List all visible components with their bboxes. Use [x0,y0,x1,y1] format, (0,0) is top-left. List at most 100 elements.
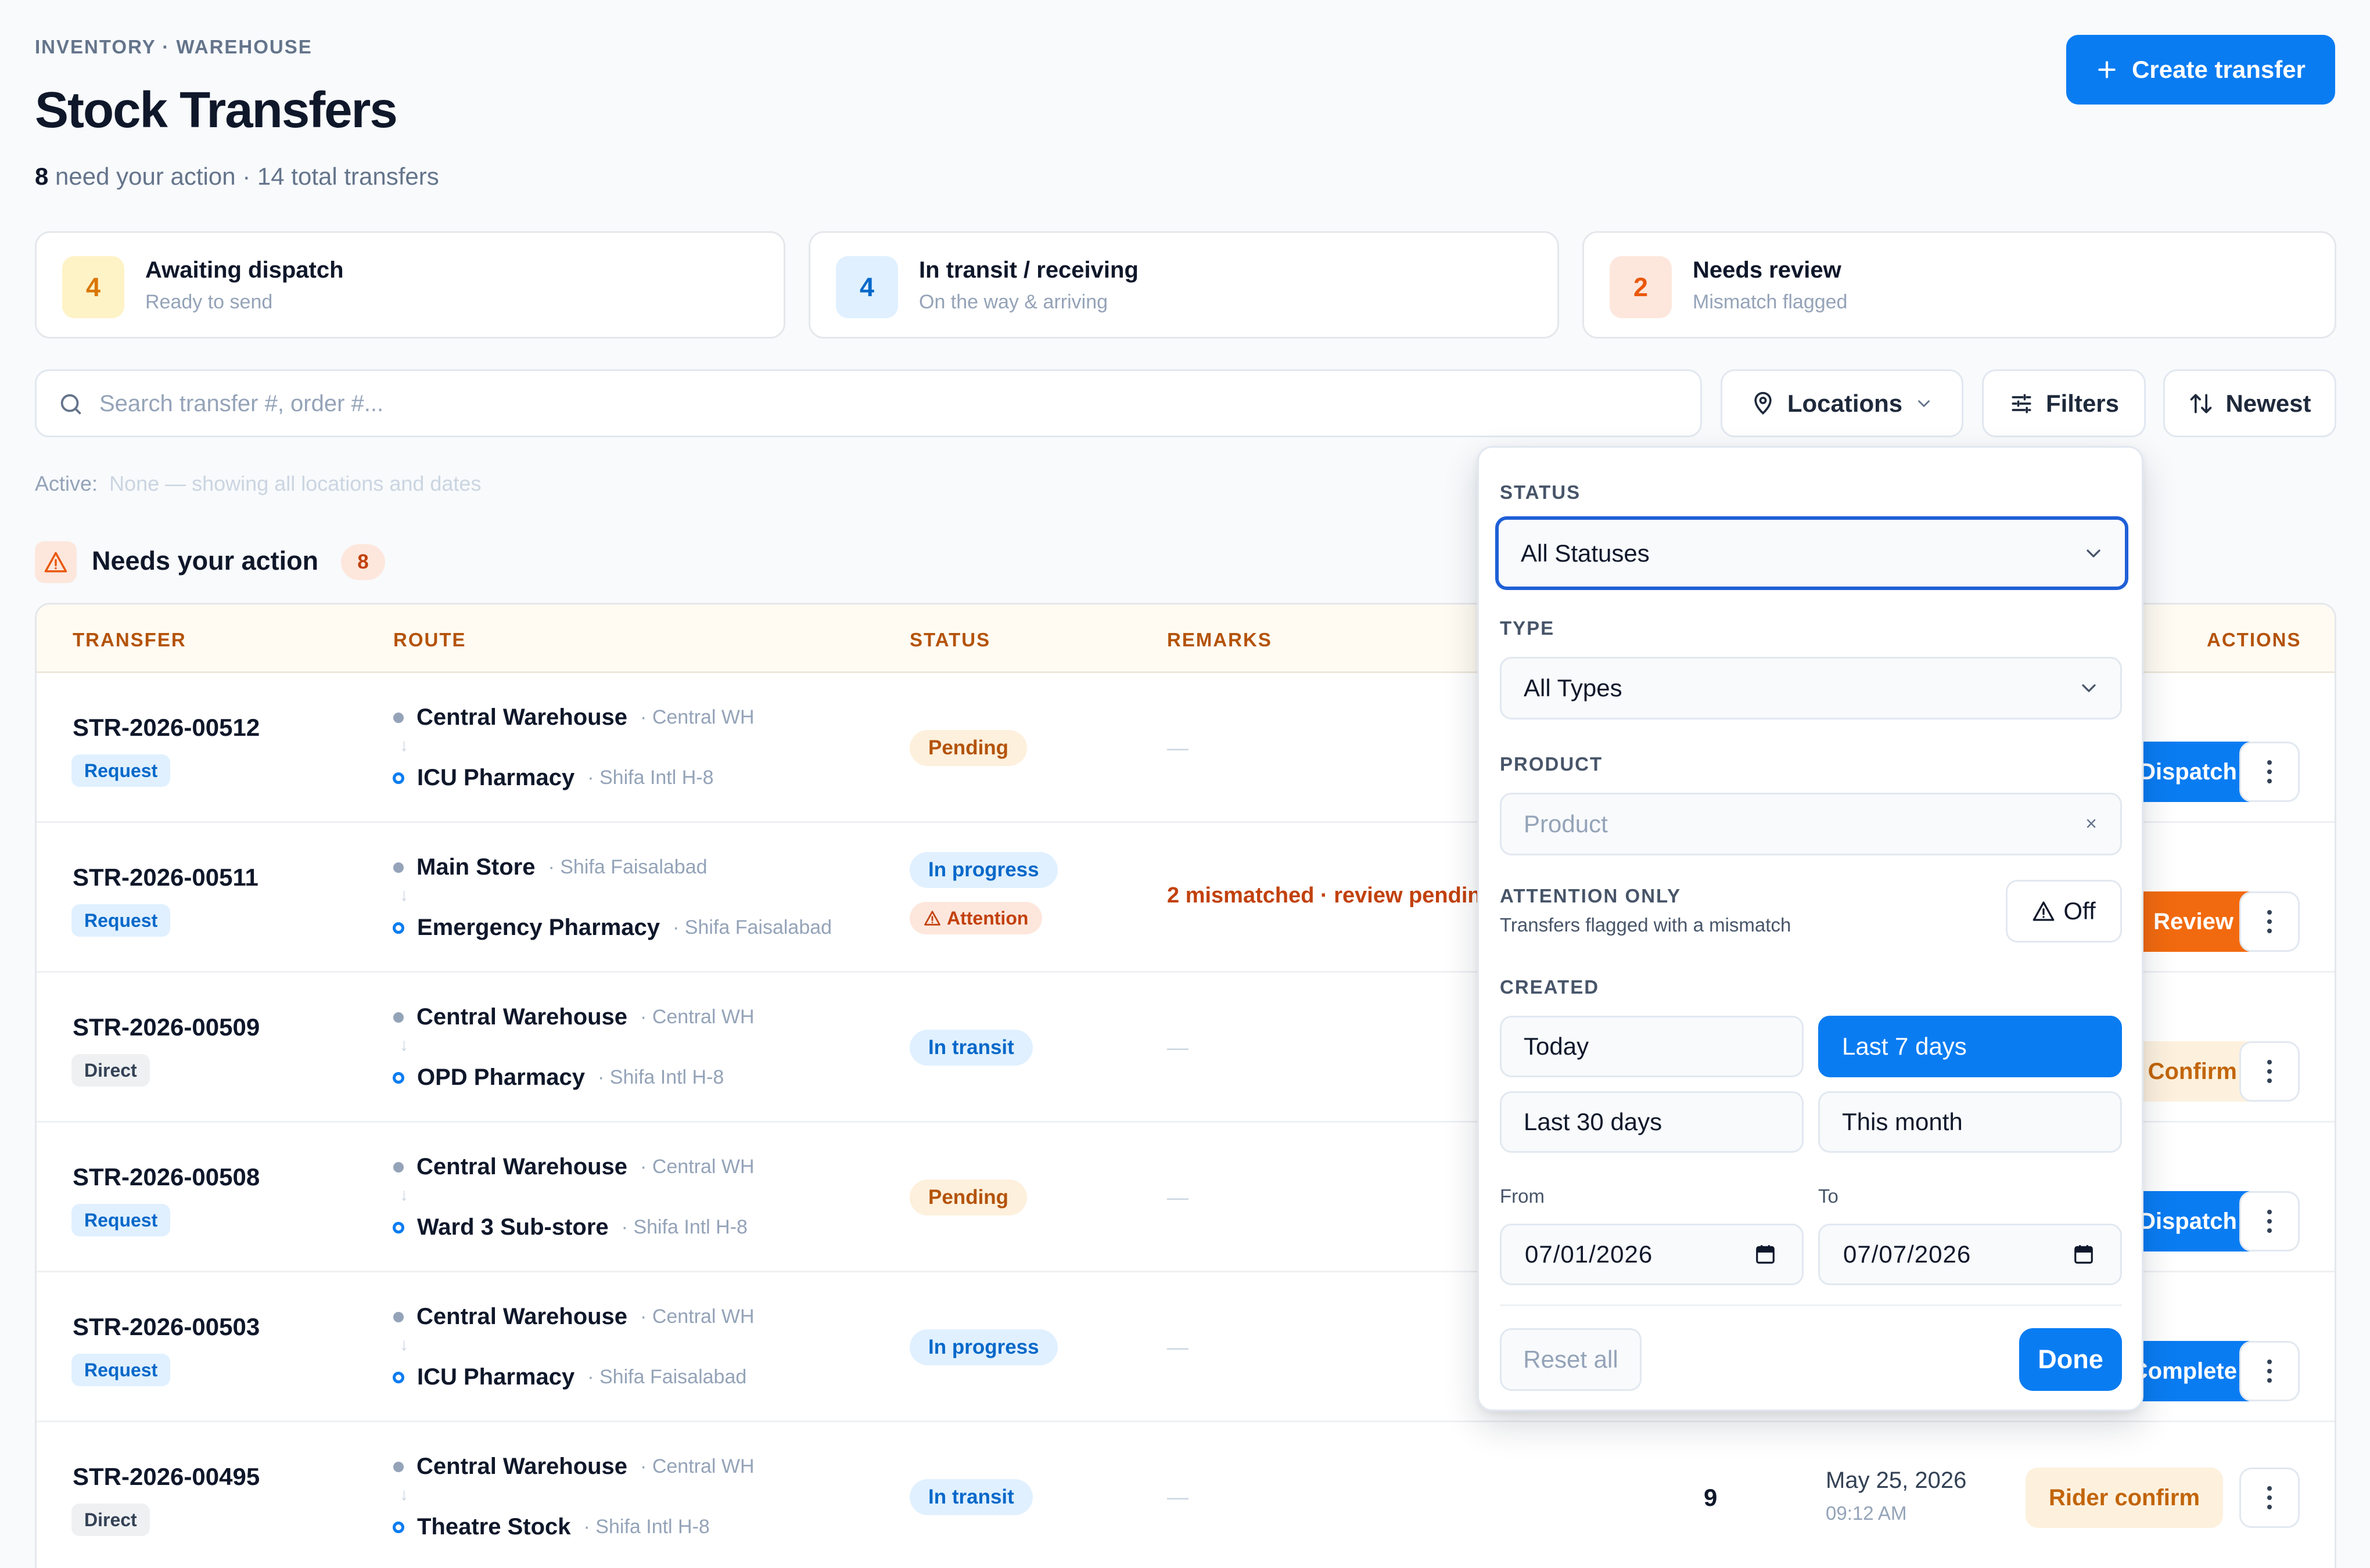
column-status: STATUS [910,629,991,650]
transfer-id[interactable]: STR-2026-00495 [73,1463,260,1491]
origin-name: Main Store [416,854,536,880]
transfer-id[interactable]: STR-2026-00511 [73,864,258,891]
card-title: In transit / receiving [919,257,1139,283]
arrow-down-icon: ↓ [400,1035,408,1055]
more-options-icon[interactable] [2239,891,2300,952]
destination-site: · Shifa Intl H-8 [621,1216,748,1238]
breadcrumb: INVENTORY · WAREHOUSE [35,36,313,57]
arrow-down-icon: ↓ [400,886,408,905]
done-button[interactable]: Done [2019,1328,2122,1391]
from-date-input[interactable]: 07/01/2026 [1500,1224,1804,1285]
status-filter-label: STATUS [1500,481,1581,503]
origin-site: · Shifa Faisalabad [548,856,708,878]
transfer-id[interactable]: STR-2026-00512 [73,714,260,742]
destination-ring-icon [393,1521,404,1533]
rider-confirm-button[interactable]: Rider confirm [2026,1468,2223,1528]
product-input[interactable]: Product × [1500,793,2122,855]
origin-dot-icon [393,862,404,873]
column-transfer: TRANSFER [73,629,186,650]
more-options-icon[interactable] [2239,1191,2300,1251]
sort-button[interactable]: Newest [2163,369,2336,437]
active-filters-label: Active: [35,472,98,495]
warning-icon [35,541,77,583]
section-title: Needs your action [92,546,319,576]
to-date-input[interactable]: 07/07/2026 [1818,1224,2122,1285]
transfer-id[interactable]: STR-2026-00503 [73,1313,260,1341]
origin-name: Central Warehouse [416,1154,628,1179]
route-to: Theatre Stock · Shifa Intl H-8 [391,1514,710,1540]
origin-name: Central Warehouse [416,1304,628,1329]
attention-toggle[interactable]: Off [2006,880,2122,943]
status-select[interactable]: All Statuses [1495,516,2128,590]
range-this-month[interactable]: This month [1818,1091,2122,1153]
destination-site: · Shifa Intl H-8 [583,1516,710,1538]
map-pin-icon [1750,391,1776,416]
card-title: Awaiting dispatch [145,257,344,283]
origin-dot-icon [393,1012,404,1023]
range-last-30-days[interactable]: Last 30 days [1500,1091,1804,1153]
summary-card-awaiting-dispatch[interactable]: 4 Awaiting dispatch Ready to send [35,231,785,339]
status-badge: In progress [910,852,1058,888]
page-title: Stock Transfers [35,82,398,138]
filters-panel: STATUS All Statuses TYPE All Types PRODU… [1477,446,2143,1411]
locations-label: Locations [1787,389,1903,417]
calendar-icon[interactable] [2073,1243,2095,1265]
active-filters-value: None — showing all locations and dates [109,472,482,495]
warning-icon [924,909,941,927]
route-to: OPD Pharmacy · Shifa Intl H-8 [391,1064,724,1091]
clear-icon[interactable]: × [2085,813,2097,836]
table-row[interactable]: STR-2026-00495 Direct Central Warehouse ·… [37,1422,2335,1568]
status-badge: Pending [910,730,1028,766]
search-input[interactable]: Search transfer #, order #... [35,369,1702,437]
range-last-7-days[interactable]: Last 7 days [1818,1016,2122,1077]
destination-ring-icon [393,1371,404,1383]
destination-name: Emergency Pharmacy [417,915,660,940]
remark: — [1167,1035,1188,1059]
locations-dropdown[interactable]: Locations [1721,369,1963,437]
status-select-value: All Statuses [1521,539,1650,567]
remark: — [1167,1335,1188,1359]
destination-name: OPD Pharmacy [417,1064,586,1090]
reset-all-button[interactable]: Reset all [1500,1328,1642,1391]
attention-toggle-value: Off [2063,897,2096,925]
more-options-icon[interactable] [2239,1341,2300,1401]
route-to: ICU Pharmacy · Shifa Intl H-8 [391,765,714,791]
column-actions: ACTIONS [2207,629,2301,650]
create-transfer-label: Create transfer [2132,56,2306,83]
destination-ring-icon [393,772,404,784]
status-badge: In transit [910,1479,1033,1515]
created-time: 09:12 AM [1826,1502,1907,1524]
summary-card-in-transit[interactable]: 4 In transit / receiving On the way & ar… [809,231,1559,339]
chevron-down-icon [2082,542,2105,565]
chevron-down-icon [2077,677,2100,700]
type-select[interactable]: All Types [1500,657,2122,720]
destination-name: ICU Pharmacy [417,1364,575,1390]
chevron-down-icon [1914,394,1934,413]
sort-label: Newest [2225,389,2311,417]
transfer-type-badge: Direct [71,1504,150,1536]
more-options-icon[interactable] [2239,742,2300,802]
range-today[interactable]: Today [1500,1016,1804,1077]
more-options-icon[interactable] [2239,1041,2300,1102]
transfer-id[interactable]: STR-2026-00509 [73,1013,260,1041]
filters-button[interactable]: Filters [1982,369,2146,437]
create-transfer-button[interactable]: Create transfer [2066,35,2335,105]
plus-icon [2096,59,2118,81]
route-from: Central Warehouse · Central WH [391,704,755,731]
calendar-icon[interactable] [1754,1243,1776,1265]
origin-site: · Central WH [640,1455,755,1477]
origin-dot-icon [393,1461,404,1472]
from-date-value: 07/01/2026 [1525,1240,1653,1268]
transfer-id[interactable]: STR-2026-00508 [73,1163,260,1191]
remark: — [1167,1485,1188,1509]
divider [1500,1304,2122,1306]
summary-card-needs-review[interactable]: 2 Needs review Mismatch flagged [1582,231,2336,339]
sliders-icon [2009,391,2034,416]
sort-arrows-icon [2188,391,2214,416]
destination-site: · Shifa Faisalabad [673,916,832,938]
remark: 2 mismatched · review pending [1167,883,1495,908]
more-options-icon[interactable] [2239,1468,2300,1528]
type-filter-label: TYPE [1500,617,1555,639]
origin-dot-icon [393,1161,404,1173]
origin-dot-icon [393,712,404,723]
